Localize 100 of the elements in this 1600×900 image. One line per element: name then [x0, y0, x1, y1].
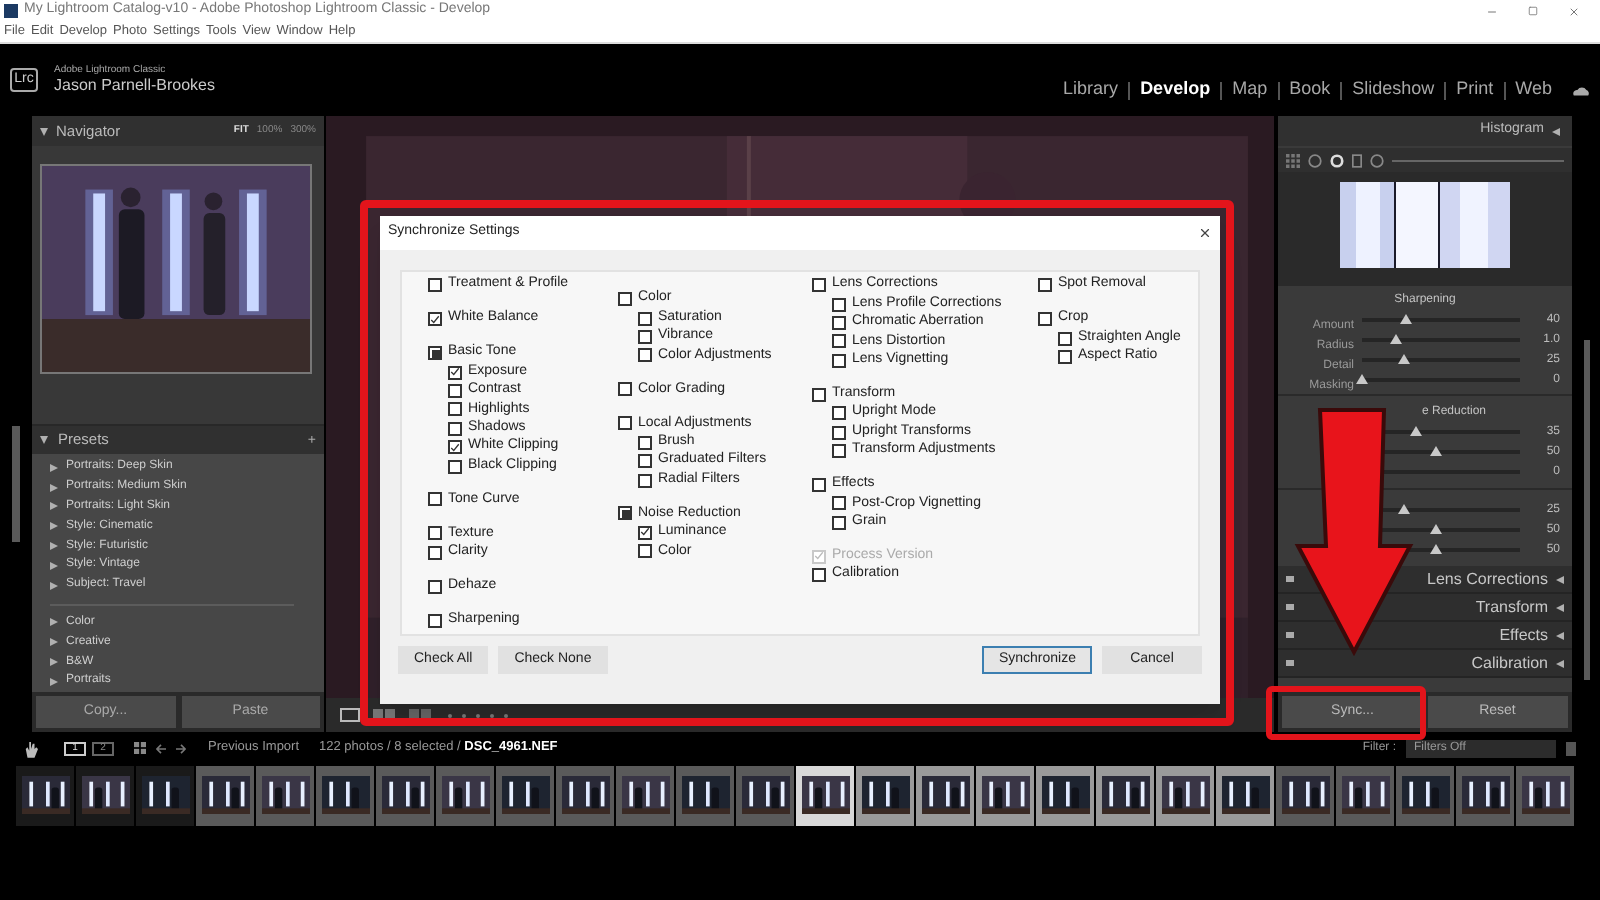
- checkbox[interactable]: [638, 329, 652, 344]
- survey-view-icon[interactable]: [408, 708, 432, 722]
- slider-thumb[interactable]: [1400, 314, 1413, 324]
- circle-icon[interactable]: [1308, 153, 1322, 167]
- close-icon[interactable]: [1198, 226, 1212, 240]
- filmstrip-cell[interactable]: [616, 765, 674, 825]
- close-icon[interactable]: [1568, 5, 1580, 17]
- module-tab[interactable]: Develop: [1140, 76, 1211, 104]
- compare-view-icon[interactable]: [372, 708, 396, 722]
- checkbox[interactable]: [638, 311, 652, 326]
- filmstrip-cell[interactable]: [1156, 765, 1214, 825]
- filmstrip-cell[interactable]: [496, 765, 554, 825]
- checkbox[interactable]: [448, 402, 462, 417]
- back-arrow-icon[interactable]: [156, 743, 166, 753]
- checkbox[interactable]: [448, 421, 462, 436]
- filmstrip-cell[interactable]: [856, 765, 914, 825]
- checkbox[interactable]: [832, 425, 846, 440]
- checkbox[interactable]: [638, 435, 652, 450]
- module-tab[interactable]: Print: [1456, 76, 1494, 104]
- filmstrip-cell[interactable]: [1336, 765, 1394, 825]
- filmstrip-cell[interactable]: [916, 765, 974, 825]
- checkbox[interactable]: [1058, 331, 1072, 346]
- checkbox[interactable]: [428, 312, 442, 327]
- checkbox[interactable]: [832, 297, 846, 312]
- checkbox[interactable]: [832, 443, 846, 458]
- filmstrip-cell[interactable]: [1036, 765, 1094, 825]
- slider-thumb[interactable]: [1390, 334, 1403, 344]
- filmstrip-cell[interactable]: [796, 765, 854, 825]
- slider-thumb[interactable]: [1430, 524, 1443, 534]
- filmstrip-cell[interactable]: [736, 765, 794, 825]
- grid-icon[interactable]: [134, 742, 146, 754]
- panel-switch-icon[interactable]: [1286, 632, 1294, 638]
- checkbox[interactable]: [812, 568, 826, 583]
- checkbox[interactable]: [832, 334, 846, 349]
- filmstrip-cell[interactable]: [1456, 765, 1514, 825]
- checkbox[interactable]: [428, 545, 442, 560]
- slider-thumb[interactable]: [1410, 426, 1422, 436]
- module-tab[interactable]: Library: [1063, 76, 1119, 104]
- filmstrip-cell[interactable]: [1516, 765, 1574, 825]
- filmstrip-cell[interactable]: [436, 765, 494, 825]
- filmstrip-cell[interactable]: [1276, 765, 1334, 825]
- module-tab[interactable]: Map: [1232, 76, 1268, 104]
- ring-icon[interactable]: [1330, 153, 1344, 167]
- filmstrip-cell[interactable]: [256, 765, 314, 825]
- checkbox[interactable]: [638, 525, 652, 540]
- checkbox[interactable]: [638, 348, 652, 363]
- filmstrip-cell[interactable]: [976, 765, 1034, 825]
- checkbox[interactable]: [618, 506, 632, 521]
- module-tab[interactable]: Book: [1289, 76, 1331, 104]
- checkbox[interactable]: [638, 454, 652, 469]
- checkbox[interactable]: [448, 459, 462, 473]
- rectangle-icon[interactable]: [1352, 153, 1362, 167]
- collapsed-panel-header[interactable]: Calibration: [1278, 650, 1572, 678]
- filmstrip-cell[interactable]: [1216, 765, 1274, 825]
- module-tab[interactable]: Slideshow: [1352, 76, 1435, 104]
- checkbox[interactable]: [832, 353, 846, 368]
- filter-lock-icon[interactable]: [1566, 741, 1576, 755]
- checkbox[interactable]: [448, 383, 462, 398]
- rating-dots-icon[interactable]: [444, 711, 512, 719]
- checkbox[interactable]: [428, 613, 442, 628]
- checkbox[interactable]: [428, 278, 442, 293]
- slider-thumb[interactable]: [1398, 504, 1411, 514]
- panel-switch-icon[interactable]: [1286, 660, 1294, 666]
- slider-thumb[interactable]: [1397, 354, 1410, 364]
- checkbox[interactable]: [448, 365, 462, 380]
- checkbox[interactable]: [638, 544, 652, 559]
- checkbox[interactable]: [428, 346, 442, 361]
- panel-switch-icon[interactable]: [1286, 604, 1294, 610]
- checkbox[interactable]: [618, 292, 632, 307]
- loupe-view-icon[interactable]: [340, 708, 360, 722]
- circle-icon[interactable]: [1370, 153, 1384, 167]
- filmstrip-cell[interactable]: [316, 765, 374, 825]
- filmstrip-cell[interactable]: [1096, 765, 1154, 825]
- checkbox[interactable]: [832, 406, 846, 421]
- checkbox[interactable]: [812, 387, 826, 402]
- filmstrip-cell[interactable]: [676, 765, 734, 825]
- checkbox[interactable]: [428, 492, 442, 507]
- checkbox[interactable]: [428, 579, 442, 594]
- checkbox[interactable]: [1038, 278, 1052, 293]
- filmstrip-cell[interactable]: [76, 765, 134, 825]
- checkbox[interactable]: [618, 382, 632, 397]
- filmstrip-cell[interactable]: [16, 765, 74, 825]
- filmstrip-cell[interactable]: [556, 765, 614, 825]
- filmstrip-cell[interactable]: [196, 765, 254, 825]
- collapsed-panel-header[interactable]: Effects: [1278, 622, 1572, 650]
- filmstrip-cell[interactable]: [1396, 765, 1454, 825]
- checkbox[interactable]: [1058, 349, 1072, 364]
- checkbox[interactable]: [618, 416, 632, 431]
- checkbox[interactable]: [812, 477, 826, 492]
- checkbox[interactable]: [428, 526, 442, 541]
- panel-switch-icon[interactable]: [1286, 576, 1294, 582]
- slider-thumb[interactable]: [1356, 374, 1368, 384]
- checkbox[interactable]: [812, 278, 826, 293]
- filmstrip-cell[interactable]: [376, 765, 434, 825]
- module-tab[interactable]: Web: [1515, 76, 1552, 104]
- grid-icon[interactable]: [1286, 153, 1300, 167]
- hand-icon[interactable]: [24, 739, 38, 757]
- checkbox[interactable]: [832, 496, 846, 511]
- checkbox[interactable]: [1038, 312, 1052, 327]
- slider-thumb[interactable]: [1430, 544, 1443, 554]
